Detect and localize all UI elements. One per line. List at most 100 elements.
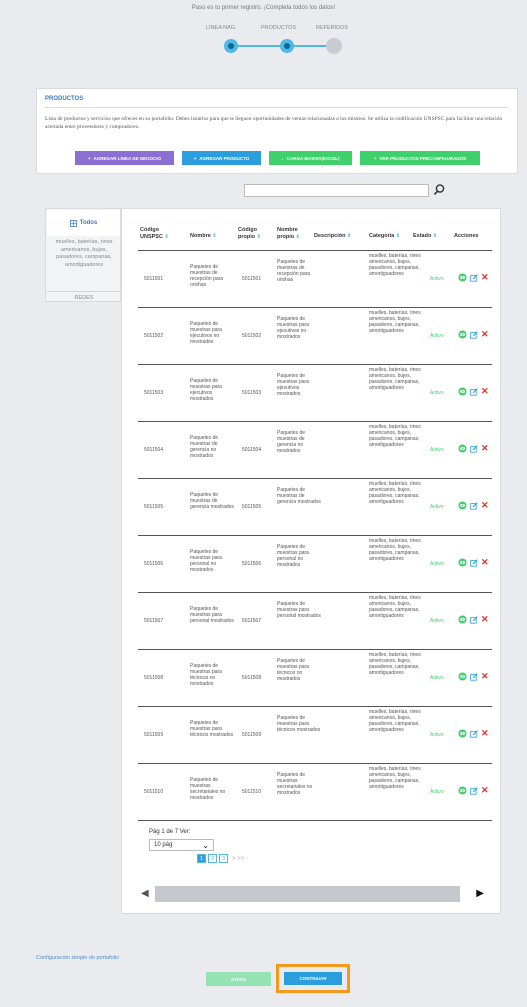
divider (45, 107, 509, 108)
edit-icon[interactable] (470, 786, 478, 795)
row-actions: ✕ (458, 615, 489, 624)
portfolio-config-link[interactable]: Configuración simple de portafolio (36, 955, 119, 961)
cell-own-name: Paquetes de muestras de gerencia mostrad… (277, 487, 321, 505)
delete-icon[interactable]: ✕ (481, 615, 489, 624)
view-icon[interactable] (458, 672, 467, 681)
scroll-left-icon[interactable]: ◀ (141, 888, 149, 899)
cell-unspsc: 5011507 (144, 618, 164, 624)
col-own-code[interactable]: Código propio ⇕ (238, 227, 266, 240)
delete-icon[interactable]: ✕ (481, 501, 489, 510)
cell-state: Activo (430, 333, 444, 339)
scroll-right-icon[interactable]: ▶ (476, 888, 484, 899)
edit-icon[interactable] (470, 672, 478, 681)
search-input[interactable] (244, 184, 429, 197)
delete-icon[interactable]: ✕ (481, 444, 489, 453)
cell-unspsc: 5011506 (144, 561, 164, 567)
tab-all[interactable]: Todos (47, 210, 120, 236)
col-category[interactable]: Categoría ⇕ (369, 233, 400, 240)
col-own-name[interactable]: Nombre propio ⇕ (277, 227, 307, 240)
horizontal-scrollbar[interactable]: ◀ ▶ (138, 886, 486, 902)
page-1-button[interactable]: 1 (197, 854, 206, 863)
bulk-upload-button[interactable]: ↓ CARGA MASIVA(EXCEL) (269, 151, 352, 165)
view-icon[interactable] (458, 615, 467, 624)
view-icon[interactable] (458, 558, 467, 567)
back-button[interactable]: ATRÁS (206, 972, 271, 986)
cell-name: Paquetes de muestras para ejecutivos no … (190, 321, 222, 345)
sidebar-item-category[interactable]: muelles, baterías, rines americanos, buj… (48, 239, 120, 269)
cell-category: muelles, baterías, rines americanos, buj… (369, 538, 421, 562)
col-actions: Acciones (454, 233, 479, 239)
cell-category: muelles, baterías, rines americanos, buj… (369, 424, 421, 448)
edit-icon[interactable] (470, 330, 478, 339)
view-icon[interactable] (458, 501, 467, 510)
cell-own-name: Paquetes de muestras de gerencia no most… (277, 430, 306, 454)
progress-steps: LÍNEA NAG. PRODUCTOS REFERIDOS (198, 25, 348, 55)
cell-state: Activo (430, 390, 444, 396)
sort-icon: ⇕ (432, 233, 438, 239)
sidebar-item-networks[interactable]: REDES (46, 295, 122, 301)
delete-icon[interactable]: ✕ (481, 387, 489, 396)
step-label-referidos: REFERIDOS (316, 25, 349, 31)
row-actions: ✕ (458, 558, 489, 567)
cell-unspsc: 5011510 (144, 789, 164, 795)
search-icon[interactable] (432, 183, 446, 197)
delete-icon[interactable]: ✕ (481, 786, 489, 795)
delete-icon[interactable]: ✕ (481, 672, 489, 681)
table-row: 5011507 Paquetes de muestras para persona… (138, 593, 492, 650)
col-name[interactable]: Nombre ⇕ (190, 233, 217, 240)
cell-own-code: 5011507 (242, 618, 262, 624)
table-row: 5011505 Paquetes de muestras de gerencia … (138, 479, 492, 536)
table-row: 5011501 Paquetes de muestras de recepción… (138, 251, 492, 308)
cell-category: muelles, baterías, rines americanos, buj… (369, 652, 421, 676)
page-next-buttons[interactable]: > >> (232, 856, 244, 862)
view-preconfigured-button[interactable]: + VER PRODUCTOS PRECONFIGURADOS (360, 151, 480, 165)
edit-icon[interactable] (470, 387, 478, 396)
edit-icon[interactable] (470, 729, 478, 738)
delete-icon[interactable]: ✕ (481, 729, 489, 738)
col-unspsc[interactable]: Código UNSPSC ⇕ (140, 227, 170, 240)
delete-icon[interactable]: ✕ (481, 558, 489, 567)
view-icon[interactable] (458, 330, 467, 339)
cell-category: muelles, baterías, rines americanos, buj… (369, 310, 421, 334)
page-2-button[interactable]: 2 (208, 854, 217, 863)
view-icon[interactable] (458, 387, 467, 396)
plus-icon: + (193, 155, 197, 161)
cell-unspsc: 5011502 (144, 333, 164, 339)
page-3-button[interactable]: 3 (219, 854, 228, 863)
edit-icon[interactable] (470, 615, 478, 624)
registration-message: Paso es tu primer registro. ¡Completa to… (191, 5, 336, 11)
continue-button[interactable]: CONTINUAR (284, 972, 342, 985)
pagination-info: Pág 1 de 7 Ver: (149, 829, 191, 835)
cell-name: Paquetes de muestras secretariales no mo… (190, 777, 226, 801)
sort-icon: ⇕ (212, 233, 217, 239)
cell-state: Activo (430, 618, 444, 624)
view-icon[interactable] (458, 444, 467, 453)
per-page-select[interactable]: 10 pág ⌄ (149, 839, 214, 851)
view-icon[interactable] (458, 786, 467, 795)
row-actions: ✕ (458, 444, 489, 453)
add-business-line-button[interactable]: + AGREGAR LÍNEA DE NEGOCIO (75, 151, 174, 165)
cell-state: Activo (430, 561, 444, 567)
delete-icon[interactable]: ✕ (481, 273, 489, 282)
cell-own-name: Paquetes de muestras para técnicos mostr… (277, 715, 321, 733)
cell-state: Activo (430, 732, 444, 738)
step-label-linea: LÍNEA NAG. (206, 25, 237, 31)
col-description[interactable]: Descripción ⇕ (314, 233, 351, 240)
products-description: Lista de productos y servicios que ofrec… (45, 116, 503, 130)
edit-icon[interactable] (470, 273, 478, 282)
edit-icon[interactable] (470, 558, 478, 567)
scroll-thumb[interactable] (155, 886, 460, 902)
row-actions: ✕ (458, 672, 489, 681)
cell-own-name: Paquetes de muestras secretariales no mo… (277, 772, 313, 796)
table-row: 5011503 Paquetes de muestras para ejecuti… (138, 365, 492, 422)
delete-icon[interactable]: ✕ (481, 330, 489, 339)
edit-icon[interactable] (470, 444, 478, 453)
cell-own-code: 5011501 (242, 276, 262, 282)
view-icon[interactable] (458, 729, 467, 738)
plus-icon: + (87, 155, 91, 161)
col-state[interactable]: Estado ⇕ (413, 233, 437, 240)
add-product-button[interactable]: + AGREGAR PRODUCTO (182, 151, 261, 165)
cell-own-name: Paquetes de muestras para personal mostr… (277, 601, 321, 619)
view-icon[interactable] (458, 273, 467, 282)
edit-icon[interactable] (470, 501, 478, 510)
